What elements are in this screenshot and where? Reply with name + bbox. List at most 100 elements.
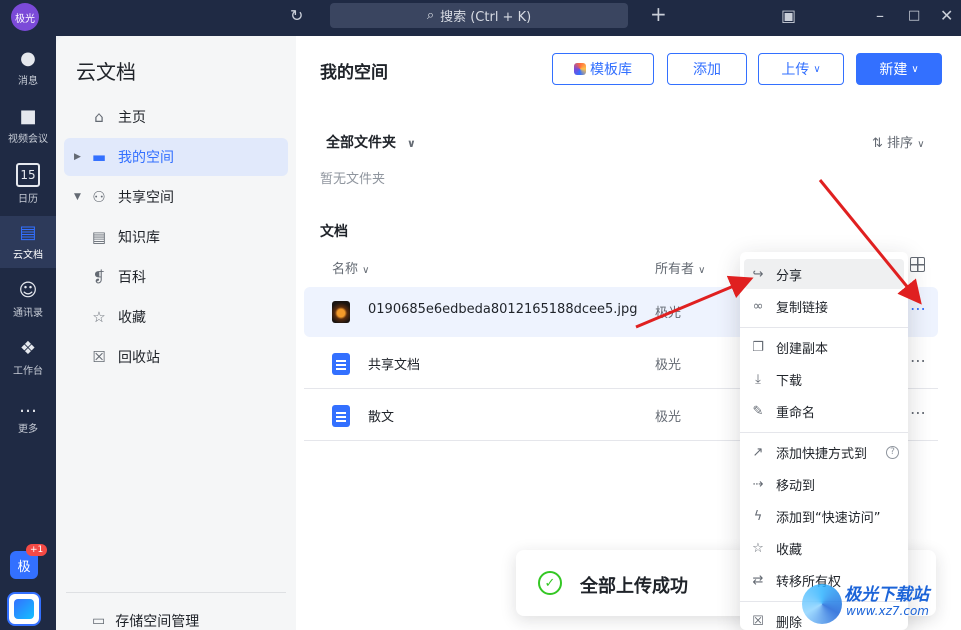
- context-menu: ↪ 分享 ∞ 复制链接 ❐ 创建副本 ⤓ 下载 ✎ 重命名 ↗ 添加快捷方式到 …: [740, 252, 908, 630]
- search-label: 搜索 (Ctrl + K): [440, 10, 532, 25]
- more-options-icon[interactable]: ⋯: [910, 351, 927, 370]
- menu-item-copy-link[interactable]: ∞ 复制链接: [744, 291, 904, 321]
- cloud-doc-icon: ▤: [19, 222, 37, 243]
- plus-icon[interactable]: +: [650, 4, 667, 24]
- sidebar-divider: [66, 592, 286, 593]
- rail-item-label: 通讯录: [13, 308, 43, 319]
- toast-message: 全部上传成功: [580, 576, 688, 597]
- doc-file-icon: [332, 405, 350, 427]
- rail-item-video[interactable]: ■ 视频会议: [0, 100, 56, 152]
- more-options-icon[interactable]: ⋯: [910, 299, 927, 318]
- caret-right-icon[interactable]: ▶: [74, 152, 81, 162]
- file-owner: 极光: [655, 410, 682, 425]
- template-library-button[interactable]: 模板库: [552, 53, 654, 85]
- menu-item-label: 分享: [776, 268, 803, 284]
- rail-item-contacts[interactable]: ☺ 通讯录: [0, 274, 56, 326]
- app-logo-icon[interactable]: [7, 592, 41, 626]
- chevron-down-icon: ∨: [362, 265, 370, 276]
- sidebar-item-shared-space[interactable]: ▼ ⚇ 共享空间: [64, 178, 288, 216]
- sidebar-item-my-space[interactable]: ▶ ▬ 我的空间: [64, 138, 288, 176]
- file-owner: 极光: [655, 306, 682, 321]
- column-owner-label: 所有者: [655, 262, 695, 277]
- copy-icon: ❐: [752, 339, 764, 355]
- all-folders-dropdown[interactable]: 全部文件夹 ∨: [326, 132, 416, 152]
- shortcut-icon: ↗: [752, 444, 764, 460]
- menu-item-label: 删除: [776, 615, 803, 630]
- sidebar-item-home[interactable]: ⌂ 主页: [64, 98, 288, 136]
- file-owner: 极光: [655, 358, 682, 373]
- storage-management[interactable]: ▭ 存储空间管理: [92, 611, 199, 630]
- rail-item-more[interactable]: … 更多: [0, 390, 56, 442]
- watermark: 极光下载站 www.xz7.com: [802, 578, 952, 626]
- rail-item-calendar[interactable]: 15 日历: [0, 158, 56, 210]
- link-icon: ∞: [752, 298, 764, 314]
- sidebar-item-encyclopedia[interactable]: ❡ 百科: [64, 258, 288, 296]
- add-button[interactable]: 添加: [667, 53, 747, 85]
- menu-item-label: 添加到“快速访问”: [776, 510, 881, 526]
- minimize-icon[interactable]: –: [876, 6, 884, 26]
- image-file-icon: [332, 301, 350, 323]
- template-label: 模板库: [590, 62, 632, 78]
- menu-item-favorite[interactable]: ☆ 收藏: [744, 533, 904, 563]
- menu-item-add-shortcut[interactable]: ↗ 添加快捷方式到 ?: [744, 437, 904, 467]
- calendar-icon: 15: [16, 163, 40, 187]
- page-title: 我的空间: [320, 63, 388, 83]
- file-name[interactable]: 散文: [368, 406, 394, 425]
- more-options-icon[interactable]: ⋯: [910, 403, 927, 422]
- global-search[interactable]: ⌕ 搜索 (Ctrl + K): [330, 3, 628, 28]
- column-name[interactable]: 名称 ∨: [332, 258, 369, 277]
- new-button[interactable]: 新建 ∨: [856, 53, 942, 85]
- help-icon[interactable]: ?: [886, 445, 899, 459]
- file-name[interactable]: 0190685e6edbeda8012165188dcee5.jpg: [368, 302, 638, 317]
- users-icon: ⚇: [92, 188, 106, 206]
- contacts-icon: ☺: [18, 280, 38, 301]
- menu-item-quick-access[interactable]: ϟ 添加到“快速访问”: [744, 501, 904, 531]
- download-icon: ⤓: [755, 371, 761, 387]
- video-icon: ■: [19, 106, 37, 127]
- sidebar-item-label: 百科: [118, 270, 146, 286]
- menu-item-rename[interactable]: ✎ 重命名: [744, 396, 904, 426]
- move-icon: ⇢: [752, 476, 764, 492]
- menu-item-duplicate[interactable]: ❐ 创建副本: [744, 332, 904, 362]
- file-name[interactable]: 共享文档: [368, 354, 420, 373]
- check-circle-icon: ✓: [538, 571, 562, 595]
- empty-folders-text: 暂无文件夹: [320, 172, 386, 187]
- upload-button[interactable]: 上传 ∨: [758, 53, 844, 85]
- chevron-down-icon: ∨: [911, 63, 919, 75]
- watermark-brand: 极光下载站: [844, 585, 929, 605]
- avatar[interactable]: 极光: [11, 3, 39, 31]
- doc-file-icon: [332, 353, 350, 375]
- watermark-logo-icon: [802, 584, 842, 624]
- rail-item-messages[interactable]: ● 消息: [0, 42, 56, 94]
- menu-item-label: 下载: [776, 373, 803, 389]
- history-icon[interactable]: ↻: [290, 6, 303, 26]
- menu-item-share[interactable]: ↪ 分享: [744, 259, 904, 289]
- rail-item-cloud-docs[interactable]: ▤ 云文档: [0, 216, 56, 268]
- storage-icon: ▭: [92, 613, 106, 629]
- screen-search-icon[interactable]: ▣: [781, 6, 796, 26]
- rail-item-label: 工作台: [13, 366, 43, 377]
- chevron-down-icon: ∨: [406, 137, 416, 150]
- menu-item-label: 移动到: [776, 478, 816, 494]
- menu-item-download[interactable]: ⤓ 下载: [744, 364, 904, 394]
- sidebar-item-label: 我的空间: [118, 150, 174, 166]
- rail-item-label: 云文档: [13, 250, 43, 261]
- close-icon[interactable]: ✕: [940, 6, 953, 26]
- grid-view-icon[interactable]: [910, 257, 925, 272]
- sort-button[interactable]: ⇅ 排序 ∨: [872, 132, 925, 151]
- rail-item-workspace[interactable]: ❖ 工作台: [0, 332, 56, 384]
- caret-down-icon[interactable]: ▼: [74, 192, 81, 202]
- maximize-icon[interactable]: □: [908, 6, 920, 26]
- menu-item-move-to[interactable]: ⇢ 移动到: [744, 469, 904, 499]
- sidebar-item-favorites[interactable]: ☆ 收藏: [64, 298, 288, 336]
- column-owner[interactable]: 所有者 ∨: [655, 258, 705, 277]
- sidebar-item-trash[interactable]: ☒ 回收站: [64, 338, 288, 376]
- storage-label: 存储空间管理: [115, 614, 200, 630]
- menu-item-label: 添加快捷方式到: [776, 446, 868, 462]
- docs-header: 文档: [320, 224, 348, 240]
- sidebar-item-label: 共享空间: [118, 190, 174, 206]
- menu-divider: [740, 327, 908, 328]
- sidebar-item-wiki[interactable]: ▤ 知识库: [64, 218, 288, 256]
- sidebar-item-label: 知识库: [118, 230, 160, 246]
- workspace-icon: ❖: [19, 338, 37, 359]
